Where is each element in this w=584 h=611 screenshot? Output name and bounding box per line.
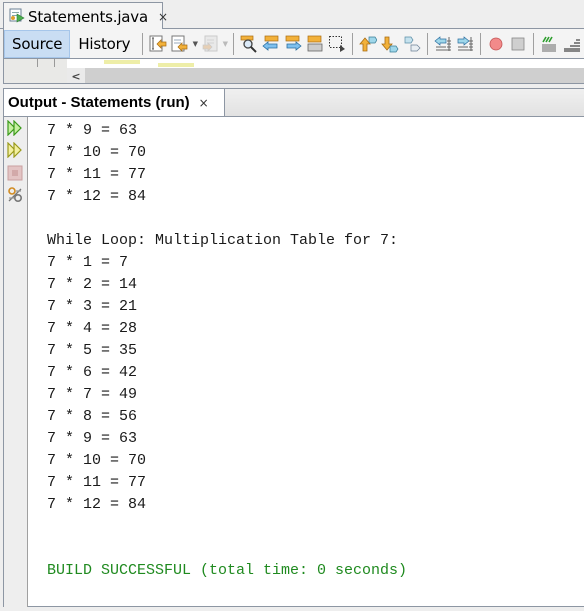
- output-line: 7 * 2 = 14: [47, 276, 138, 293]
- editor-tab-statements-java[interactable]: Statements.java ×: [3, 2, 168, 30]
- shift-right-icon[interactable]: [454, 33, 476, 55]
- output-line: 7 * 3 = 21: [47, 298, 138, 315]
- source-view-button[interactable]: Source: [4, 29, 71, 58]
- section-heading-line: While Loop: Multiplication Table for 7:: [47, 232, 399, 249]
- next-bookmark-icon[interactable]: [379, 33, 401, 55]
- editor-toolbar: Source History ▼ ▼: [3, 29, 584, 58]
- stop-macro-icon[interactable]: [507, 33, 529, 55]
- occurrence-highlight: [104, 60, 140, 64]
- output-line: 7 * 12 = 84: [47, 496, 147, 513]
- output-line: 7 * 5 = 35: [47, 342, 138, 359]
- close-icon[interactable]: ×: [158, 10, 168, 24]
- toolbar-separator: [533, 32, 535, 55]
- output-line: 7 * 11 = 77: [47, 166, 147, 183]
- find-next-icon[interactable]: [282, 33, 304, 55]
- toggle-bookmark-icon[interactable]: [401, 33, 423, 55]
- history-view-button[interactable]: History: [70, 30, 138, 58]
- horizontal-scrollbar[interactable]: <: [67, 68, 584, 83]
- output-line: 7 * 9 = 63: [47, 122, 138, 139]
- gutter-divider: [37, 59, 38, 67]
- editor-tab-label: Statements.java: [28, 7, 148, 26]
- output-line: 7 * 10 = 70: [47, 144, 147, 161]
- forward-dropdown-icon: ▼: [222, 39, 228, 48]
- settings-icon[interactable]: [6, 186, 24, 204]
- output-line: 7 * 4 = 28: [47, 320, 138, 337]
- output-pane: 7 * 9 = 63 7 * 10 = 70 7 * 11 = 77 7 * 12 =…: [3, 116, 584, 607]
- console-output[interactable]: 7 * 9 = 63 7 * 10 = 70 7 * 11 = 77 7 * 12 =…: [47, 120, 407, 582]
- toolbar-separator: [352, 32, 354, 55]
- output-line: 7 * 6 = 42: [47, 364, 138, 381]
- toolbar-separator: [427, 32, 429, 55]
- previous-bookmark-icon[interactable]: [357, 33, 379, 55]
- back-dropdown-icon[interactable]: ▼: [191, 33, 199, 55]
- output-line: 7 * 12 = 84: [47, 188, 147, 205]
- output-tab[interactable]: Output - Statements (run) ×: [3, 89, 225, 116]
- toolbar-separator: [142, 32, 144, 55]
- uncomment-icon[interactable]: [560, 33, 582, 55]
- back-icon[interactable]: [169, 33, 191, 55]
- output-line: 7 * 11 = 77: [47, 474, 147, 491]
- output-line: 7 * 10 = 70: [47, 452, 147, 469]
- occurrence-highlight: [158, 63, 194, 67]
- find-icon[interactable]: [238, 33, 260, 55]
- editor-tab-bar: Statements.java ×: [0, 0, 584, 30]
- comment-icon[interactable]: [538, 33, 560, 55]
- output-line: 7 * 8 = 56: [47, 408, 138, 425]
- build-status-line: BUILD SUCCESSFUL (total time: 0 seconds): [47, 562, 408, 579]
- output-tab-bar: Output - Statements (run) ×: [3, 88, 584, 116]
- rerun-icon[interactable]: [6, 119, 24, 137]
- gutter-divider: [54, 59, 55, 67]
- toolbar-separator: [233, 32, 235, 55]
- editor-gutter: [4, 59, 67, 83]
- shift-left-icon[interactable]: [432, 33, 454, 55]
- output-line: 7 * 9 = 63: [47, 430, 138, 447]
- java-file-icon: [9, 7, 25, 27]
- last-edit-icon[interactable]: [147, 33, 169, 55]
- output-tab-label: Output - Statements (run): [8, 94, 190, 111]
- find-previous-icon[interactable]: [260, 33, 282, 55]
- toolbar-separator: [480, 32, 482, 55]
- output-side-toolbar: [4, 117, 28, 607]
- toggle-highlight-icon[interactable]: [304, 33, 326, 55]
- toggle-rect-select-icon[interactable]: [326, 33, 348, 55]
- start-macro-icon[interactable]: [485, 33, 507, 55]
- editor-content[interactable]: <: [3, 58, 584, 84]
- stop-icon: [6, 164, 24, 182]
- scroll-left-icon[interactable]: <: [67, 68, 85, 83]
- rerun-with-params-icon[interactable]: [6, 141, 24, 159]
- close-icon[interactable]: ×: [199, 96, 209, 110]
- output-line: 7 * 7 = 49: [47, 386, 138, 403]
- output-line: 7 * 1 = 7: [47, 254, 129, 271]
- forward-icon: [199, 33, 221, 55]
